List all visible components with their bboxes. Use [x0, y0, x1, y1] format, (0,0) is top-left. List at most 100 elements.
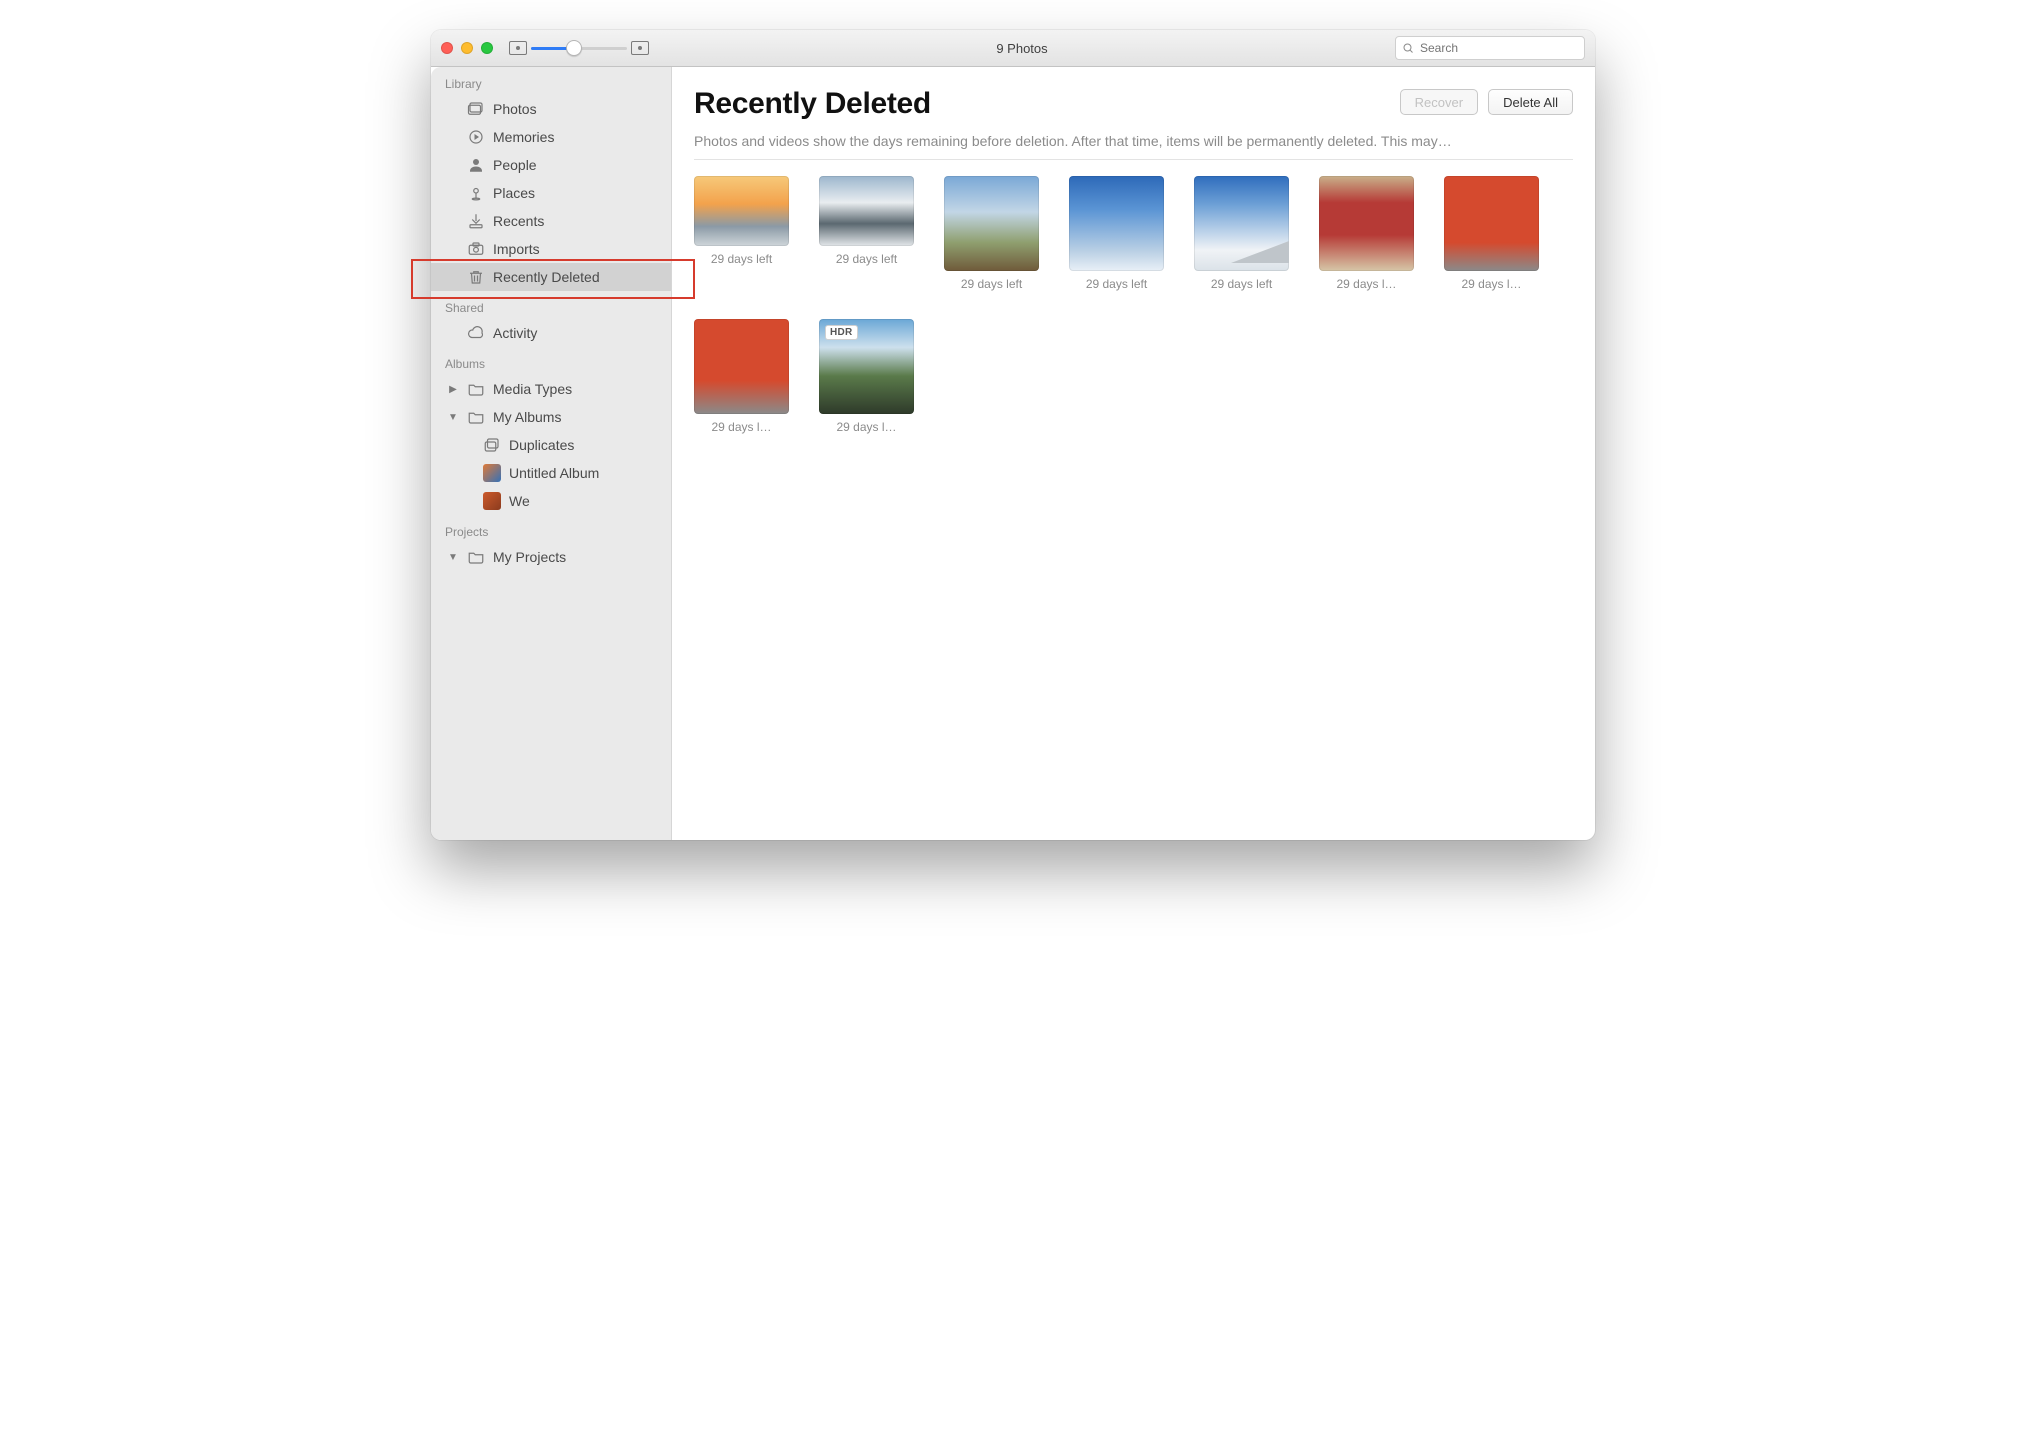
zoom-out-icon[interactable] — [509, 41, 527, 55]
photo-card[interactable]: 29 days l… — [694, 319, 789, 434]
sidebar-item-imports[interactable]: Imports — [431, 235, 671, 263]
window-close-button[interactable] — [441, 42, 453, 54]
photo-card[interactable]: 29 days left — [694, 176, 789, 291]
photo-thumbnail[interactable] — [1319, 176, 1414, 271]
sidebar-item-activity[interactable]: Activity — [431, 319, 671, 347]
photo-thumbnail[interactable] — [694, 176, 789, 246]
sidebar-item-photos[interactable]: Photos — [431, 95, 671, 123]
recents-icon — [467, 212, 485, 230]
folder-icon — [467, 548, 485, 566]
page-title: Recently Deleted — [694, 87, 931, 121]
imports-icon — [467, 240, 485, 258]
folder-icon — [467, 380, 485, 398]
photo-caption: 29 days left — [694, 252, 789, 266]
sidebar-item-my-albums[interactable]: ▼ My Albums — [431, 403, 671, 431]
sidebar-item-places[interactable]: Places — [431, 179, 671, 207]
sidebar-item-recently-deleted[interactable]: Recently Deleted — [431, 263, 671, 291]
main-content: Recently Deleted Recover Delete All Phot… — [672, 67, 1595, 840]
zoom-in-icon[interactable] — [631, 41, 649, 55]
sidebar-item-label: We — [509, 493, 659, 509]
photo-caption: 29 days left — [944, 277, 1039, 291]
photo-card[interactable]: 29 days left — [1194, 176, 1289, 291]
photo-thumbnail[interactable] — [694, 319, 789, 414]
album-thumbnail-icon — [483, 464, 501, 482]
photo-thumbnail[interactable] — [1069, 176, 1164, 271]
photo-card[interactable]: 29 days l… — [1444, 176, 1539, 291]
memories-icon — [467, 128, 485, 146]
window-minimize-button[interactable] — [461, 42, 473, 54]
app-window: 9 Photos Library Photos — [431, 30, 1595, 840]
window-toolbar: 9 Photos — [431, 30, 1595, 67]
delete-all-button[interactable]: Delete All — [1488, 89, 1573, 115]
header-divider — [694, 159, 1573, 160]
photo-caption: 29 days left — [819, 252, 914, 266]
album-thumbnail-icon — [483, 492, 501, 510]
photo-card[interactable]: 29 days left — [819, 176, 914, 291]
photo-grid: 29 days left 29 days left 29 days left 29 d… — [694, 176, 1573, 434]
folder-icon — [467, 408, 485, 426]
sidebar-item-label: Memories — [493, 129, 659, 145]
sidebar-item-label: Untitled Album — [509, 465, 659, 481]
sidebar-item-label: Duplicates — [509, 437, 659, 453]
page-subtitle: Photos and videos show the days remainin… — [694, 133, 1573, 149]
window-zoom-button[interactable] — [481, 42, 493, 54]
photo-card[interactable]: 29 days l… — [1319, 176, 1414, 291]
sidebar-item-label: Photos — [493, 101, 659, 117]
thumbnail-zoom-group — [509, 41, 649, 55]
sidebar-item-label: Recently Deleted — [493, 269, 659, 285]
photo-caption: 29 days l… — [819, 420, 914, 434]
disclosure-triangle-icon[interactable]: ▼ — [447, 412, 459, 423]
sidebar-item-untitled-album[interactable]: Untitled Album — [431, 459, 671, 487]
sidebar-item-recents[interactable]: Recents — [431, 207, 671, 235]
sidebar: Library Photos Memories — [431, 67, 672, 840]
slider-thumb[interactable] — [566, 40, 582, 56]
sidebar-item-people[interactable]: People — [431, 151, 671, 179]
recover-button[interactable]: Recover — [1400, 89, 1478, 115]
sidebar-item-duplicates[interactable]: Duplicates — [431, 431, 671, 459]
album-stack-icon — [483, 436, 501, 454]
sidebar-item-label: My Projects — [493, 549, 659, 565]
photo-caption: 29 days l… — [694, 420, 789, 434]
photo-caption: 29 days l… — [1319, 277, 1414, 291]
photos-icon — [467, 100, 485, 118]
sidebar-item-label: Activity — [493, 325, 659, 341]
sidebar-section-projects: Projects — [431, 515, 671, 543]
cloud-icon — [467, 324, 485, 342]
photo-thumbnail[interactable] — [1194, 176, 1289, 271]
photo-thumbnail[interactable] — [1444, 176, 1539, 271]
hdr-badge: HDR — [825, 325, 858, 340]
disclosure-triangle-icon[interactable]: ▶ — [447, 384, 459, 395]
places-icon — [467, 184, 485, 202]
sidebar-item-label: My Albums — [493, 409, 659, 425]
disclosure-triangle-icon[interactable]: ▼ — [447, 552, 459, 563]
photo-card[interactable]: 29 days left — [1069, 176, 1164, 291]
sidebar-item-label: People — [493, 157, 659, 173]
sidebar-item-we[interactable]: We — [431, 487, 671, 515]
photo-thumbnail[interactable]: HDR — [819, 319, 914, 414]
search-input[interactable] — [1418, 40, 1578, 56]
photo-caption: 29 days left — [1069, 277, 1164, 291]
sidebar-item-label: Imports — [493, 241, 659, 257]
sidebar-section-albums: Albums — [431, 347, 671, 375]
sidebar-section-library: Library — [431, 67, 671, 95]
photo-card[interactable]: HDR 29 days l… — [819, 319, 914, 434]
thumbnail-size-slider[interactable] — [531, 41, 627, 55]
photo-caption: 29 days left — [1194, 277, 1289, 291]
photo-card[interactable]: 29 days left — [944, 176, 1039, 291]
window-traffic-lights — [441, 42, 493, 54]
sidebar-item-memories[interactable]: Memories — [431, 123, 671, 151]
sidebar-item-label: Recents — [493, 213, 659, 229]
sidebar-section-shared: Shared — [431, 291, 671, 319]
sidebar-item-my-projects[interactable]: ▼ My Projects — [431, 543, 671, 571]
trash-icon — [467, 268, 485, 286]
search-icon — [1402, 42, 1414, 54]
window-title: 9 Photos — [649, 41, 1395, 56]
photo-thumbnail[interactable] — [819, 176, 914, 246]
search-field[interactable] — [1395, 36, 1585, 60]
sidebar-item-label: Media Types — [493, 381, 659, 397]
sidebar-item-media-types[interactable]: ▶ Media Types — [431, 375, 671, 403]
people-icon — [467, 156, 485, 174]
sidebar-item-label: Places — [493, 185, 659, 201]
photo-caption: 29 days l… — [1444, 277, 1539, 291]
photo-thumbnail[interactable] — [944, 176, 1039, 271]
